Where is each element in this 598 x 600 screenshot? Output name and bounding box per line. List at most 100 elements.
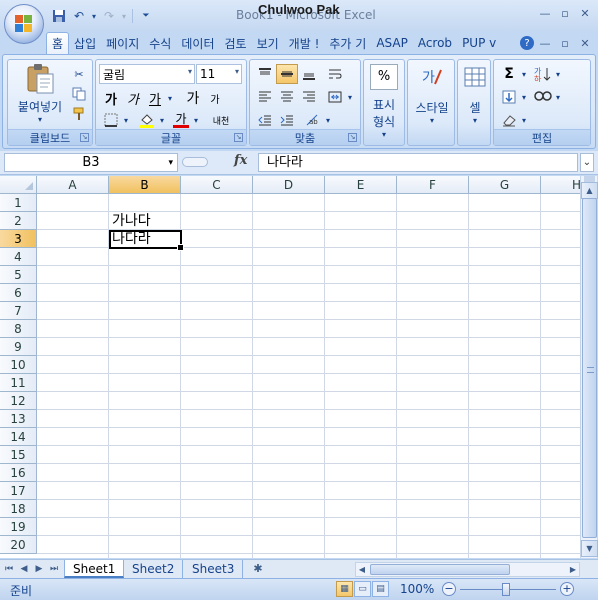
clipboard-launcher-icon[interactable]: ↘: [80, 133, 89, 142]
prev-sheet-icon[interactable]: ◀: [17, 562, 31, 576]
row-header-5[interactable]: 5: [0, 266, 37, 284]
workbook-restore-icon[interactable]: ▫: [556, 34, 574, 52]
sheet-tab-3[interactable]: Sheet3: [184, 560, 244, 578]
autosum-button[interactable]: Σ: [498, 64, 520, 84]
row-header-17[interactable]: 17: [0, 482, 37, 500]
formula-input[interactable]: 나다라: [258, 153, 578, 172]
horizontal-scrollbar[interactable]: ◀ ▶: [355, 562, 580, 577]
tab-pup[interactable]: PUP v: [457, 32, 501, 54]
copy-icon[interactable]: [68, 84, 90, 104]
row-header-7[interactable]: 7: [0, 302, 37, 320]
cut-icon[interactable]: ✂: [68, 64, 90, 84]
zoom-out-icon[interactable]: −: [442, 582, 456, 596]
tab-acrobat[interactable]: Acrob: [413, 32, 457, 54]
sort-dropdown-icon[interactable]: ▾: [554, 64, 562, 84]
align-left-icon[interactable]: [254, 87, 276, 107]
column-header-h[interactable]: H: [541, 176, 580, 194]
sort-filter-icon[interactable]: 가하: [532, 64, 554, 84]
underline-button[interactable]: 가: [144, 88, 166, 108]
tab-developer[interactable]: 개발 !: [284, 32, 325, 54]
undo-dropdown-icon[interactable]: ▾: [90, 7, 98, 25]
row-header-8[interactable]: 8: [0, 320, 37, 338]
column-header-e[interactable]: E: [325, 176, 397, 194]
first-sheet-icon[interactable]: ⏮: [2, 562, 16, 576]
italic-button[interactable]: 가: [122, 88, 144, 108]
fill-color-dropdown-icon[interactable]: ▾: [158, 110, 166, 130]
merge-center-icon[interactable]: [324, 87, 346, 107]
scroll-up-icon[interactable]: ▲: [581, 182, 598, 199]
fill-dropdown-icon[interactable]: ▾: [520, 87, 528, 107]
alignment-launcher-icon[interactable]: ↘: [348, 133, 357, 142]
wrap-text-icon[interactable]: [324, 64, 346, 84]
scroll-right-icon[interactable]: ▶: [567, 563, 579, 576]
workbook-close-icon[interactable]: ✕: [576, 34, 594, 52]
font-launcher-icon[interactable]: ↘: [234, 133, 243, 142]
grow-font-button[interactable]: 가: [182, 88, 204, 108]
orientation-dropdown-icon[interactable]: ▾: [324, 110, 332, 130]
select-all-button[interactable]: [0, 176, 37, 194]
borders-dropdown-icon[interactable]: ▾: [122, 110, 130, 130]
workbook-minimize-icon[interactable]: —: [536, 34, 554, 52]
scroll-down-icon[interactable]: ▼: [581, 540, 598, 557]
row-header-4[interactable]: 4: [0, 248, 37, 266]
customize-qat-icon[interactable]: ⏷: [137, 7, 155, 25]
cell-B2[interactable]: 가나다: [109, 212, 151, 230]
column-header-g[interactable]: G: [469, 176, 541, 194]
font-color-dropdown-icon[interactable]: ▾: [192, 110, 200, 130]
align-center-icon[interactable]: [276, 87, 298, 107]
redo-dropdown-icon[interactable]: ▾: [120, 7, 128, 25]
merge-dropdown-icon[interactable]: ▾: [346, 87, 354, 107]
align-bottom-icon[interactable]: [298, 64, 320, 84]
decrease-indent-icon[interactable]: [254, 110, 276, 130]
paste-button[interactable]: 붙여넣기 ▾: [12, 62, 68, 124]
formula-bar-splitter[interactable]: [182, 157, 208, 167]
font-size-combo[interactable]: 11 ▾: [196, 64, 242, 84]
row-header-13[interactable]: 13: [0, 410, 37, 428]
zoom-slider-thumb[interactable]: [502, 583, 510, 596]
format-painter-icon[interactable]: [68, 104, 90, 124]
horizontal-scroll-thumb[interactable]: [370, 564, 510, 575]
page-layout-view-icon[interactable]: ▭: [354, 581, 371, 597]
tab-formulas[interactable]: 수식: [144, 32, 176, 54]
font-color-button[interactable]: 가: [170, 110, 192, 130]
fill-color-icon[interactable]: [136, 110, 158, 130]
increase-indent-icon[interactable]: [276, 110, 298, 130]
vertical-scroll-thumb[interactable]: [582, 198, 597, 538]
row-header-2[interactable]: 2: [0, 212, 37, 230]
undo-icon[interactable]: ↶: [70, 7, 88, 25]
find-dropdown-icon[interactable]: ▾: [554, 87, 562, 107]
autosum-dropdown-icon[interactable]: ▾: [520, 64, 528, 84]
find-select-icon[interactable]: [532, 87, 554, 107]
number-format-button[interactable]: % 표시 형식 ▾: [368, 64, 400, 142]
fill-icon[interactable]: [498, 87, 520, 107]
column-header-d[interactable]: D: [253, 176, 325, 194]
row-header-15[interactable]: 15: [0, 446, 37, 464]
tab-page-layout[interactable]: 페이지: [101, 32, 144, 54]
row-header-10[interactable]: 10: [0, 356, 37, 374]
scroll-left-icon[interactable]: ◀: [356, 563, 368, 576]
expand-formula-bar-icon[interactable]: ⌄: [580, 153, 594, 172]
last-sheet-icon[interactable]: ⏭: [47, 562, 61, 576]
row-header-9[interactable]: 9: [0, 338, 37, 356]
tab-insert[interactable]: 삽입: [69, 32, 101, 54]
minimize-icon[interactable]: —: [536, 4, 554, 22]
row-header-18[interactable]: 18: [0, 500, 37, 518]
restore-icon[interactable]: ▫: [556, 4, 574, 22]
clear-dropdown-icon[interactable]: ▾: [520, 110, 528, 130]
align-top-icon[interactable]: [254, 64, 276, 84]
align-middle-icon[interactable]: [276, 64, 298, 84]
normal-view-icon[interactable]: ▦: [336, 581, 353, 597]
shrink-font-button[interactable]: 가: [204, 88, 226, 108]
row-header-14[interactable]: 14: [0, 428, 37, 446]
borders-icon[interactable]: [100, 110, 122, 130]
align-right-icon[interactable]: [298, 87, 320, 107]
tab-asap[interactable]: ASAP: [371, 32, 413, 54]
insert-sheet-icon[interactable]: ✱: [250, 561, 266, 577]
tab-review[interactable]: 검토: [219, 32, 251, 54]
clear-icon[interactable]: [498, 110, 520, 130]
redo-icon[interactable]: ↷: [100, 7, 118, 25]
help-icon[interactable]: ?: [520, 36, 534, 50]
column-header-b[interactable]: B: [109, 176, 181, 194]
row-header-20[interactable]: 20: [0, 536, 37, 554]
underline-dropdown-icon[interactable]: ▾: [166, 88, 174, 108]
